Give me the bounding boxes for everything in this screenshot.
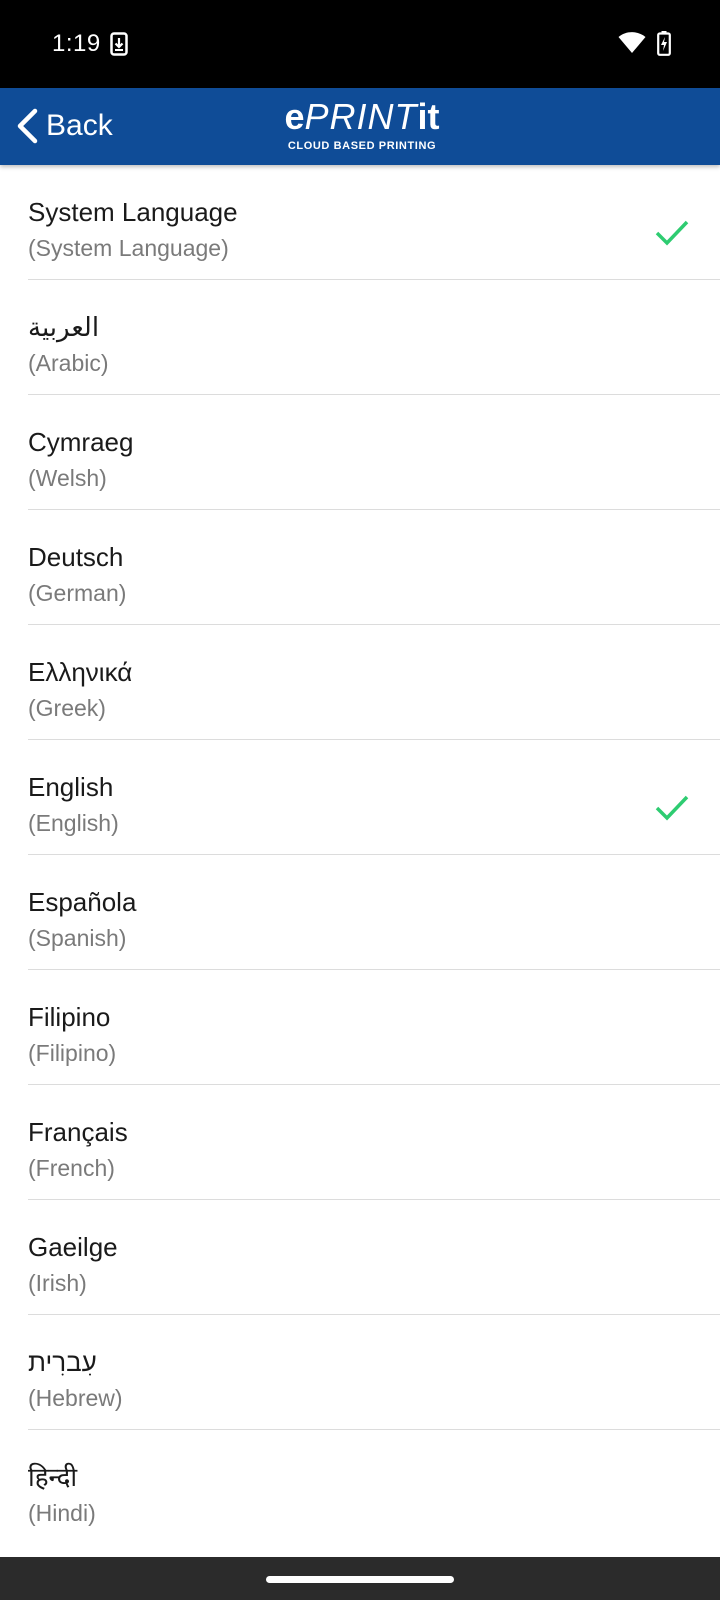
language-item[interactable]: System Language (System Language) <box>0 165 720 280</box>
language-item[interactable]: Filipino (Filipino) <box>0 970 720 1085</box>
language-native-name: Cymraeg <box>28 427 134 457</box>
language-english-name: (Irish) <box>28 1270 87 1296</box>
language-english-name: (German) <box>28 580 127 606</box>
logo-wordmark: ePRINTit <box>282 97 442 137</box>
navigation-bar <box>0 1557 720 1600</box>
language-english-name: (Hebrew) <box>28 1385 123 1411</box>
language-native-name: العربية <box>28 312 100 342</box>
logo-suffix: it <box>417 96 440 137</box>
language-native-name: Français <box>28 1117 128 1147</box>
language-item[interactable]: Española (Spanish) <box>0 855 720 970</box>
language-native-name: English <box>28 772 114 802</box>
chevron-left-icon <box>17 108 38 144</box>
logo-middle: PRINT <box>304 96 418 137</box>
language-native-name: Española <box>28 887 137 917</box>
checkmark-icon <box>655 220 689 246</box>
language-list: System Language (System Language) العربية (… <box>0 165 720 1545</box>
back-button[interactable]: Back <box>14 102 113 150</box>
language-item[interactable]: Français (French) <box>0 1085 720 1200</box>
logo-tagline: CLOUD BASED PRINTING <box>287 140 437 152</box>
back-label: Back <box>46 109 113 142</box>
language-item[interactable]: Deutsch (German) <box>0 510 720 625</box>
language-native-name: Deutsch <box>28 542 124 572</box>
language-english-name: (English) <box>28 810 119 836</box>
language-native-name: System Language <box>28 197 238 227</box>
language-item[interactable]: हिन्दी (Hindi) <box>0 1430 720 1545</box>
language-english-name: (Spanish) <box>28 925 127 951</box>
language-native-name: עִברִית <box>28 1347 97 1377</box>
battery-charging-icon <box>657 31 671 56</box>
status-time: 1:19 <box>52 30 101 57</box>
language-native-name: हिन्दी <box>28 1462 78 1492</box>
language-item[interactable]: עִברִית (Hebrew) <box>0 1315 720 1430</box>
app-bar: Back ePRINTit CLOUD BASED PRINTING <box>0 88 720 165</box>
language-english-name: (Filipino) <box>28 1040 117 1066</box>
language-native-name: Gaeilge <box>28 1232 118 1262</box>
wifi-icon <box>618 32 646 53</box>
language-english-name: (Arabic) <box>28 350 109 376</box>
language-english-name: (System Language) <box>28 235 229 261</box>
language-item[interactable]: Cymraeg (Welsh) <box>0 395 720 510</box>
language-english-name: (French) <box>28 1155 115 1181</box>
checkmark-icon <box>655 795 689 821</box>
language-english-name: (Hindi) <box>28 1500 96 1526</box>
eprintit-logo: ePRINTit CLOUD BASED PRINTING <box>282 97 442 159</box>
language-item[interactable]: Ελληνικά (Greek) <box>0 625 720 740</box>
status-bar: 1:19 <box>0 0 720 88</box>
language-item[interactable]: Gaeilge (Irish) <box>0 1200 720 1315</box>
language-english-name: (Welsh) <box>28 465 107 491</box>
language-item[interactable]: العربية (Arabic) <box>0 280 720 395</box>
language-native-name: Filipino <box>28 1002 111 1032</box>
logo-prefix: e <box>284 96 305 137</box>
home-gesture-handle[interactable] <box>266 1576 454 1583</box>
download-icon <box>110 32 128 56</box>
language-english-name: (Greek) <box>28 695 106 721</box>
language-item[interactable]: English (English) <box>0 740 720 855</box>
language-native-name: Ελληνικά <box>28 657 133 687</box>
